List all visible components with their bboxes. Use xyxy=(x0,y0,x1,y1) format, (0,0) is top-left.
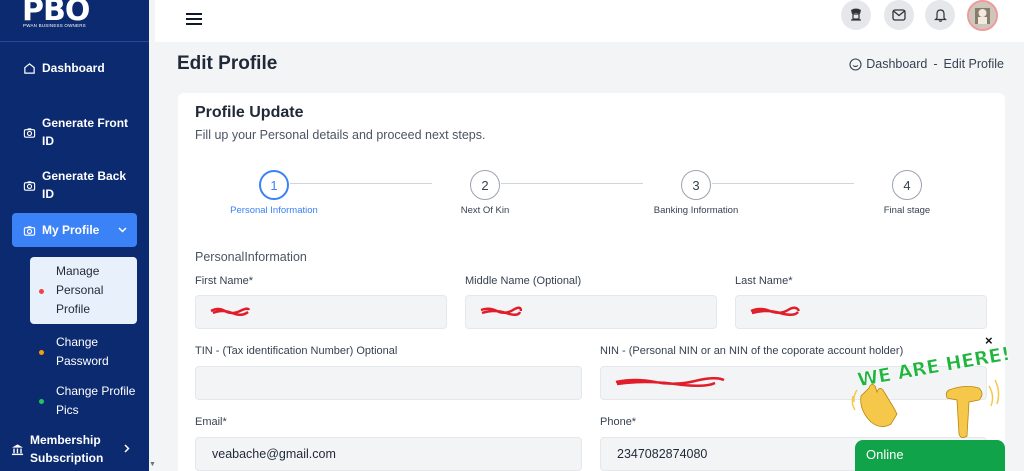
step-connector xyxy=(501,183,643,184)
step-3-indicator[interactable]: 3 xyxy=(681,170,711,200)
sidebar-item-dashboard[interactable]: Dashboard xyxy=(22,59,147,77)
online-status-label: Online xyxy=(866,447,904,462)
close-widget-icon[interactable]: × xyxy=(985,333,993,348)
hamburger-menu-icon[interactable] xyxy=(186,13,202,25)
email-label: Email* xyxy=(195,416,227,428)
scroll-down-arrow-icon[interactable]: ▼ xyxy=(149,461,156,468)
brand-logo[interactable]: PBO PWAN BUSINESS OWNERS xyxy=(0,0,155,42)
step-1-label: Personal Information xyxy=(230,205,318,216)
sidebar: PBO PWAN BUSINESS OWNERS Dashboard Gener… xyxy=(0,0,155,471)
emblem-icon[interactable] xyxy=(841,0,871,30)
home-icon xyxy=(22,61,36,75)
redaction-mark xyxy=(615,377,725,387)
sidebar-item-label: Dashboard xyxy=(42,61,105,75)
submenu-item-label: Change Password xyxy=(56,335,109,368)
breadcrumb-current: Edit Profile xyxy=(943,57,1004,71)
chevron-down-icon xyxy=(118,225,127,236)
user-avatar[interactable] xyxy=(967,0,998,31)
online-chat-button[interactable]: Online xyxy=(855,440,1005,471)
breadcrumb-separator: - xyxy=(933,57,938,71)
submenu-item-label: Manage Personal Profile xyxy=(56,264,104,316)
sidebar-item-label: My Profile xyxy=(42,223,100,237)
top-bar xyxy=(155,0,1024,42)
submenu-item-label: Change Profile Pics xyxy=(56,384,136,417)
status-dot xyxy=(39,399,44,404)
camera-icon xyxy=(22,223,36,237)
middle-name-input[interactable] xyxy=(465,295,717,329)
smile-icon xyxy=(849,57,862,71)
email-input[interactable]: veabache@gmail.com xyxy=(195,437,582,471)
redaction-mark xyxy=(750,306,800,316)
last-name-input[interactable] xyxy=(735,295,987,329)
submenu-item-manage-personal-profile[interactable]: Manage Personal Profile xyxy=(30,257,137,324)
step-connector xyxy=(290,183,432,184)
pointing-hand-icon xyxy=(945,379,1000,438)
first-name-label: First Name* xyxy=(195,275,254,287)
sidebar-item-label: Generate Back ID xyxy=(42,169,127,201)
sidebar-scrollbar[interactable] xyxy=(149,0,155,471)
step-2-label: Next Of Kin xyxy=(460,205,510,216)
we-are-here-text: WE ARE HERE! xyxy=(856,343,1009,392)
first-name-input[interactable] xyxy=(195,295,447,329)
card-title: Profile Update xyxy=(195,104,304,121)
section-heading: PersonalInformation xyxy=(195,250,307,264)
last-name-label: Last Name* xyxy=(735,275,793,287)
logo-tagline: PWAN BUSINESS OWNERS xyxy=(23,23,86,28)
bell-icon[interactable] xyxy=(925,0,955,30)
step-2-indicator[interactable]: 2 xyxy=(470,170,500,200)
breadcrumb-home-link[interactable]: Dashboard xyxy=(866,57,927,71)
step-4-indicator[interactable]: 4 xyxy=(892,170,922,200)
sidebar-item-my-profile[interactable]: My Profile xyxy=(12,213,137,247)
camera-icon xyxy=(22,125,36,139)
chevron-right-icon xyxy=(124,442,130,456)
step-connector xyxy=(712,183,854,184)
phone-label: Phone* xyxy=(600,416,637,428)
sidebar-item-generate-front-id[interactable]: Generate Front ID xyxy=(22,114,132,150)
sidebar-item-generate-back-id[interactable]: Generate Back ID xyxy=(22,167,132,203)
step-3-label: Banking Information xyxy=(653,205,739,216)
submenu-item-change-profile-pics[interactable]: Change Profile Pics xyxy=(30,382,137,420)
page-title: Edit Profile xyxy=(177,53,278,74)
status-dot xyxy=(39,288,44,294)
sidebar-item-label: Generate Front ID xyxy=(42,116,129,148)
step-4-label: Final stage xyxy=(883,205,931,216)
sidebar-item-membership-subscription[interactable]: Membership Subscription xyxy=(10,431,130,467)
redaction-mark xyxy=(480,306,522,316)
card-subtitle: Fill up your Personal details and procee… xyxy=(195,128,486,142)
submenu-item-change-password[interactable]: Change Password xyxy=(30,333,137,371)
status-dot xyxy=(39,350,44,355)
breadcrumb: Dashboard - Edit Profile xyxy=(849,57,1004,71)
redaction-mark xyxy=(210,307,250,316)
step-1-indicator[interactable]: 1 xyxy=(259,170,289,200)
we-are-here-banner[interactable]: WE ARE HERE! xyxy=(849,330,1009,450)
my-profile-submenu: Manage Personal Profile Change Password … xyxy=(30,257,137,420)
camera-icon xyxy=(22,178,36,192)
mail-icon[interactable] xyxy=(884,0,914,30)
sidebar-item-label: Membership Subscription xyxy=(30,433,104,465)
tin-label: TIN - (Tax identification Number) Option… xyxy=(195,345,398,357)
tin-input[interactable] xyxy=(195,366,582,400)
middle-name-label: Middle Name (Optional) xyxy=(465,275,582,287)
bank-icon xyxy=(10,442,24,456)
